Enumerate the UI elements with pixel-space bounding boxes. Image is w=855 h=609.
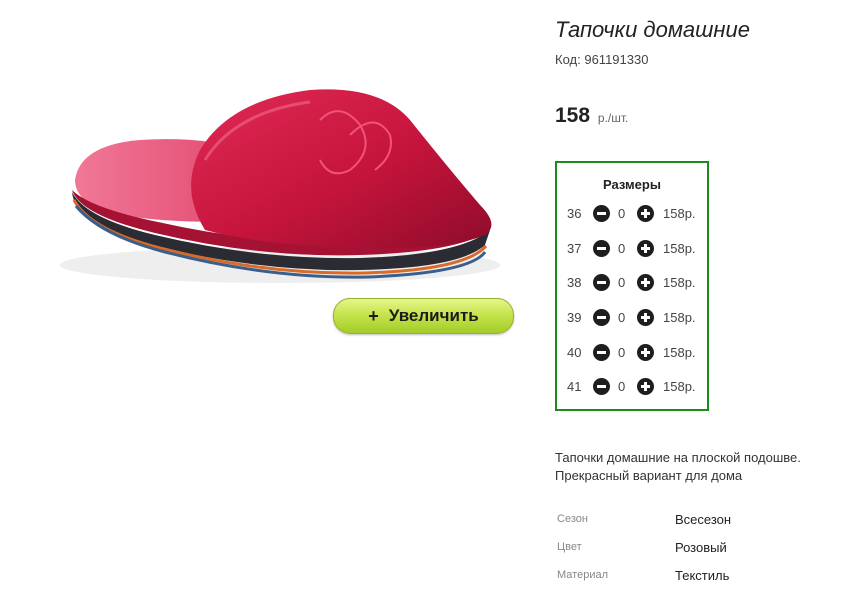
price-unit: р./шт. bbox=[597, 111, 629, 125]
attribute-label-color: Цвет bbox=[557, 541, 582, 553]
plus-icon[interactable] bbox=[637, 240, 654, 257]
minus-icon[interactable] bbox=[593, 240, 610, 257]
zoom-button-label: Увеличить bbox=[388, 306, 479, 325]
minus-icon[interactable] bbox=[593, 205, 610, 222]
attribute-label-material: Материал bbox=[557, 569, 608, 581]
plus-icon[interactable] bbox=[637, 205, 654, 222]
size-number: 41 bbox=[567, 379, 582, 394]
plus-icon[interactable] bbox=[637, 274, 654, 291]
slipper-upper-shape bbox=[191, 89, 492, 249]
size-row: 39 0 158р. bbox=[557, 308, 707, 328]
code-label: Код: bbox=[555, 52, 581, 67]
description-line: Прекрасный вариант для дома bbox=[555, 468, 743, 483]
size-row: 38 0 158р. bbox=[557, 273, 707, 293]
quantity-value: 0 bbox=[618, 275, 626, 290]
quantity-value: 0 bbox=[618, 241, 626, 256]
plus-icon[interactable] bbox=[637, 344, 654, 361]
product-title: Тапочки домашние bbox=[555, 17, 750, 42]
attribute-value-season: Всесезон bbox=[675, 512, 732, 527]
product-description: Тапочки домашние на плоской подошве. Пре… bbox=[555, 449, 845, 485]
quantity-value: 0 bbox=[618, 206, 626, 221]
zoom-button[interactable]: + Увеличить bbox=[333, 298, 514, 334]
plus-icon: + bbox=[368, 305, 379, 326]
quantity-value: 0 bbox=[618, 310, 626, 325]
minus-icon[interactable] bbox=[593, 309, 610, 326]
minus-icon[interactable] bbox=[593, 378, 610, 395]
size-price: 158р. bbox=[663, 345, 696, 360]
size-price: 158р. bbox=[663, 241, 696, 256]
size-price: 158р. bbox=[663, 275, 696, 290]
size-price: 158р. bbox=[663, 379, 696, 394]
price-value: 158 bbox=[555, 104, 591, 127]
size-row: 37 0 158р. bbox=[557, 239, 707, 259]
sizes-panel: Размеры 36 0 158р. 37 0 158р. 38 0 158р.… bbox=[555, 161, 709, 411]
size-row: 40 0 158р. bbox=[557, 343, 707, 363]
description-line: Тапочки домашние на плоской подошве. bbox=[555, 450, 801, 465]
sizes-title: Размеры bbox=[603, 177, 661, 192]
quantity-value: 0 bbox=[618, 379, 626, 394]
minus-icon[interactable] bbox=[593, 344, 610, 361]
code-value: 961191330 bbox=[584, 52, 649, 67]
size-number: 36 bbox=[567, 206, 582, 221]
size-number: 38 bbox=[567, 275, 582, 290]
product-code: Код: 961191330 bbox=[555, 52, 648, 67]
attribute-value-color: Розовый bbox=[675, 540, 727, 555]
size-number: 40 bbox=[567, 345, 582, 360]
plus-icon[interactable] bbox=[637, 309, 654, 326]
product-image[interactable] bbox=[30, 40, 515, 310]
size-price: 158р. bbox=[663, 310, 696, 325]
attribute-value-material: Текстиль bbox=[675, 568, 730, 583]
size-row: 36 0 158р. bbox=[557, 204, 707, 224]
size-price: 158р. bbox=[663, 206, 696, 221]
size-number: 39 bbox=[567, 310, 582, 325]
size-number: 37 bbox=[567, 241, 582, 256]
product-price: 158 р./шт. bbox=[555, 104, 628, 128]
minus-icon[interactable] bbox=[593, 274, 610, 291]
size-row: 41 0 158р. bbox=[557, 377, 707, 397]
quantity-value: 0 bbox=[618, 345, 626, 360]
attribute-label-season: Сезон bbox=[557, 513, 588, 525]
plus-icon[interactable] bbox=[637, 378, 654, 395]
